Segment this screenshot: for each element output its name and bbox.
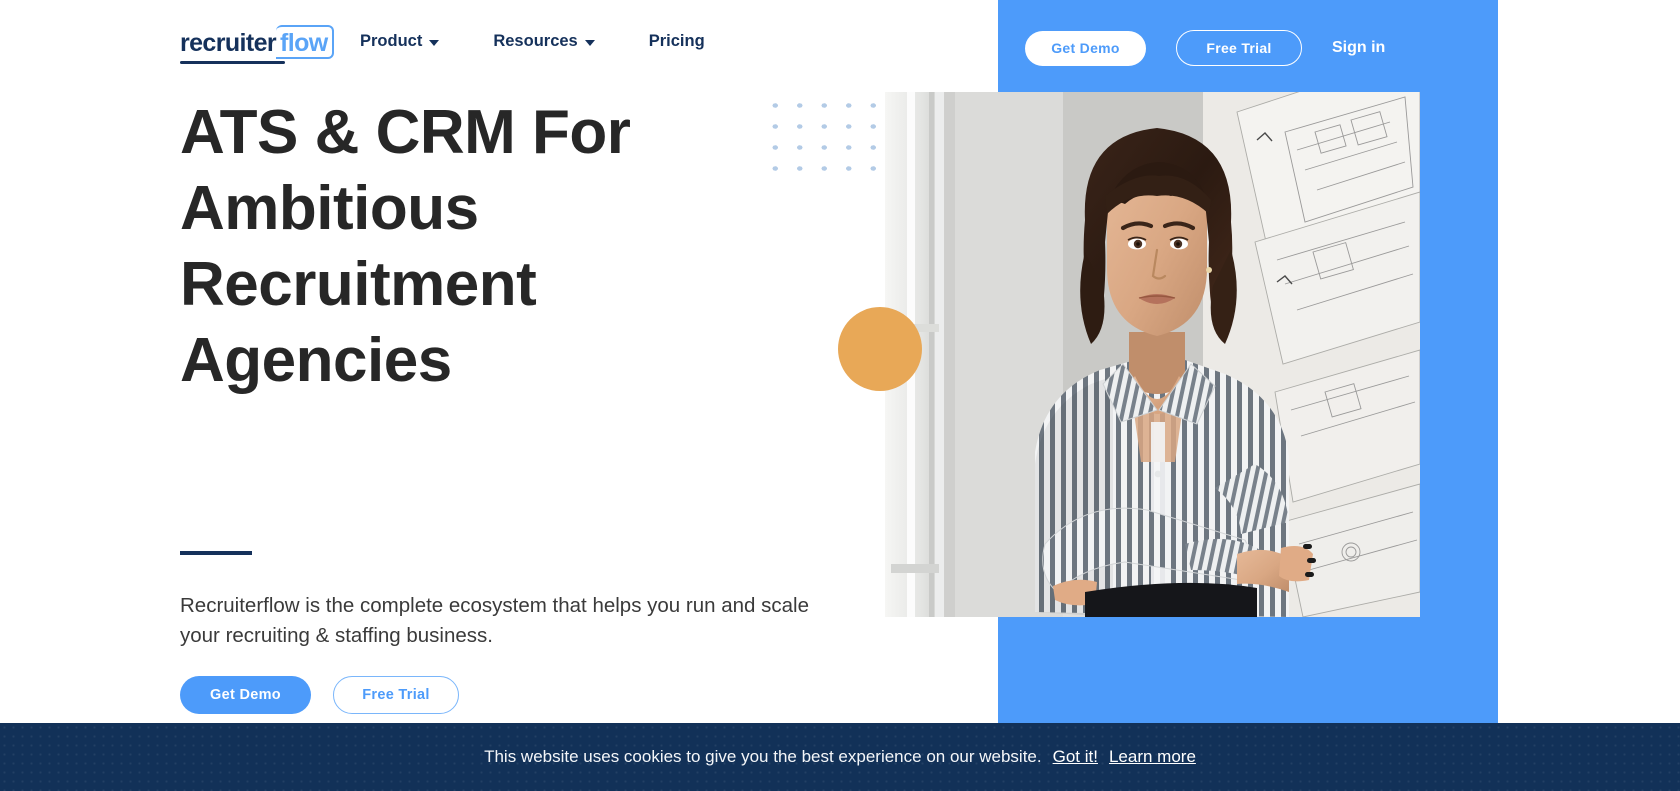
- nav-label-pricing: Pricing: [648, 32, 705, 50]
- hero-headline: ATS & CRM For Ambitious Recruitment Agen…: [180, 98, 631, 395]
- cookie-accept-link[interactable]: Got it!: [1053, 747, 1098, 767]
- cookie-message: This website uses cookies to give you th…: [484, 747, 1042, 766]
- nav-label-resources: Resources: [493, 32, 578, 50]
- logo-text-flow: flow: [280, 29, 328, 57]
- hero-photo: [885, 92, 1420, 617]
- hero-divider: [180, 551, 252, 555]
- logo-underline-decoration: [180, 61, 285, 64]
- site-logo[interactable]: recruiter flow: [180, 25, 335, 59]
- hero-buttons: Get Demo Free Trial: [180, 676, 459, 714]
- site-header: recruiter flow Product Resources Pricing…: [0, 0, 1680, 94]
- chevron-down-icon: [584, 40, 595, 46]
- sign-in-link[interactable]: Sign in: [1332, 39, 1385, 57]
- logo-text-recruiter: recruiter: [180, 29, 277, 57]
- nav-item-product[interactable]: Product: [360, 32, 440, 51]
- orange-circle-decoration: [838, 307, 922, 391]
- chevron-down-icon: [429, 40, 440, 46]
- cookie-learn-more-link[interactable]: Learn more: [1109, 747, 1196, 767]
- nav-item-pricing[interactable]: Pricing: [649, 32, 705, 51]
- header-actions: Get Demo Free Trial Sign in: [1025, 30, 1385, 66]
- nav-label-product: Product: [360, 32, 423, 50]
- header-free-trial-button[interactable]: Free Trial: [1176, 30, 1302, 66]
- hero-free-trial-button[interactable]: Free Trial: [333, 676, 459, 714]
- header-get-demo-button[interactable]: Get Demo: [1025, 30, 1146, 66]
- main-navigation: Product Resources Pricing: [360, 32, 705, 51]
- hero-get-demo-button[interactable]: Get Demo: [180, 676, 311, 714]
- logo-flow-wrapper: flow: [276, 25, 335, 59]
- hero-subtext: Recruiterflow is the complete ecosystem …: [180, 594, 809, 647]
- cookie-consent-banner: This website uses cookies to give you th…: [0, 723, 1680, 791]
- landing-page: recruiter flow Product Resources Pricing…: [0, 0, 1680, 791]
- nav-item-resources[interactable]: Resources: [493, 32, 595, 51]
